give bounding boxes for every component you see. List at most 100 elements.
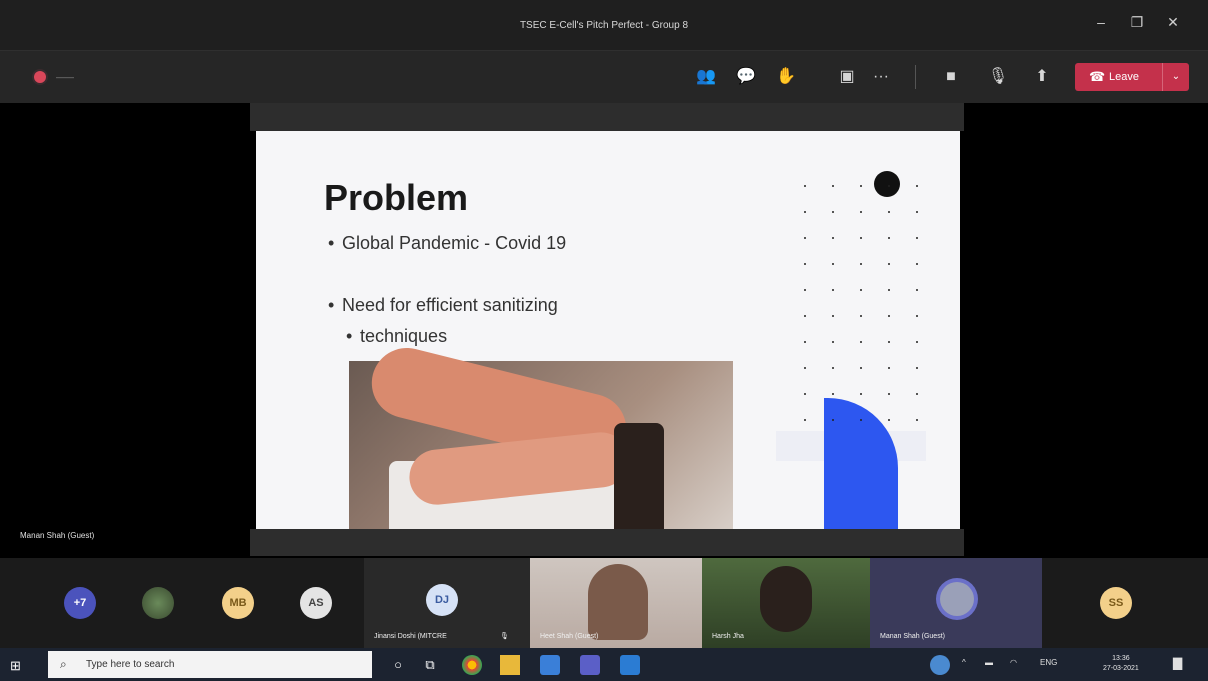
- decor-dot: [860, 263, 862, 265]
- decor-dot: [860, 419, 862, 421]
- overflow-participants-button[interactable]: +7: [64, 587, 96, 619]
- avatar-ss: SS: [1100, 587, 1132, 619]
- cortana-icon[interactable]: ○: [388, 655, 408, 675]
- decor-dot: [888, 393, 890, 395]
- chat-icon[interactable]: 💬: [733, 64, 759, 90]
- participant-video-tile[interactable]: Heet Shah (Guest): [530, 558, 702, 648]
- participant-name: Heet Shah (Guest): [540, 633, 599, 640]
- decor-dot: [916, 263, 918, 265]
- mic-off-icon[interactable]: 🎙: [985, 64, 1011, 90]
- decor-dot: [888, 237, 890, 239]
- teams-icon[interactable]: [580, 655, 600, 675]
- decor-dot: [804, 367, 806, 369]
- decor-dot: [860, 341, 862, 343]
- screen-share-frame-top: [250, 103, 964, 131]
- window-title: TSEC E-Cell's Pitch Perfect - Group 8: [519, 20, 689, 31]
- decor-dot: [888, 263, 890, 265]
- tray-chevron-icon[interactable]: ^: [962, 658, 966, 667]
- decor-dot: [888, 341, 890, 343]
- app-icon[interactable]: [540, 655, 560, 675]
- windows-start-icon[interactable]: ⊞: [10, 658, 24, 673]
- notification-icon[interactable]: ▇: [1173, 656, 1182, 670]
- decor-dot: [832, 211, 834, 213]
- wifi-icon[interactable]: ◠: [1010, 658, 1017, 667]
- handwash-photo: [349, 340, 733, 529]
- participant-name: Jinansi Doshi (MITCRE: [374, 633, 447, 640]
- decor-dot: [832, 263, 834, 265]
- participant-face: [760, 566, 812, 632]
- decor-dot: [888, 315, 890, 317]
- decor-dot: [860, 237, 862, 239]
- clock-time: 13:36: [1112, 655, 1130, 662]
- maximize-icon[interactable]: ❐: [1124, 14, 1150, 31]
- decor-dot: [916, 393, 918, 395]
- decor-dot: [860, 393, 862, 395]
- presenter-name: Manan Shah (Guest): [20, 531, 95, 540]
- word-icon[interactable]: [620, 655, 640, 675]
- decor-dot: [916, 185, 918, 187]
- shared-slide: Problem Global Pandemic - Covid 19 Need …: [256, 131, 960, 529]
- decor-dot: [888, 185, 890, 187]
- decor-dot: [916, 367, 918, 369]
- minimize-icon[interactable]: –: [1088, 14, 1114, 30]
- share-tray-icon[interactable]: ⬆: [1029, 64, 1055, 90]
- people-icon[interactable]: 👥: [693, 64, 719, 90]
- slide-bullet: Global Pandemic - Covid 19: [328, 229, 566, 257]
- decor-dot: [804, 237, 806, 239]
- language-indicator[interactable]: ENG: [1040, 658, 1057, 667]
- decor-dot: [860, 185, 862, 187]
- decor-dot: [916, 419, 918, 421]
- participant-tile[interactable]: Manan Shah (Guest): [870, 558, 1042, 648]
- decor-dot: [888, 367, 890, 369]
- raise-hand-icon[interactable]: ✋: [773, 64, 799, 90]
- decor-dot: [860, 211, 862, 213]
- window-titlebar: TSEC E-Cell's Pitch Perfect - Group 8 – …: [0, 0, 1208, 50]
- decor-dot: [804, 289, 806, 291]
- leave-button[interactable]: ☎ Leave ⌄: [1075, 63, 1189, 91]
- decor-dot: [916, 341, 918, 343]
- search-icon: ⌕: [60, 657, 67, 671]
- taskbar-clock[interactable]: 13:36 27-03-2021: [1103, 654, 1139, 674]
- recording-icon: [34, 71, 46, 83]
- decor-dot: [832, 419, 834, 421]
- decor-dot: [832, 315, 834, 317]
- decor-dot: [804, 315, 806, 317]
- camera-icon[interactable]: ■: [938, 64, 964, 90]
- mic-icon: 🎙: [500, 633, 509, 640]
- decor-dot: [832, 367, 834, 369]
- decor-dot: [916, 289, 918, 291]
- decor-dot: [832, 341, 834, 343]
- breakout-rooms-icon[interactable]: ▣: [834, 64, 860, 90]
- decor-dot: [888, 419, 890, 421]
- decor-dot: [916, 315, 918, 317]
- close-icon[interactable]: ✕: [1160, 14, 1186, 31]
- decor-dot: [860, 289, 862, 291]
- meeting-timer: ——: [56, 72, 74, 82]
- dot-grid-decor: [804, 185, 924, 435]
- taskbar-search-box[interactable]: ⌕ Type here to search: [48, 651, 372, 678]
- tray-app-icon[interactable]: [930, 655, 950, 675]
- file-explorer-icon[interactable]: [500, 655, 520, 675]
- task-view-icon[interactable]: ⧉: [420, 655, 440, 675]
- leave-label: Leave: [1109, 71, 1139, 83]
- decor-dot: [832, 185, 834, 187]
- decor-dot: [804, 393, 806, 395]
- slide-bullet: Need for efficient sanitizing: [328, 291, 558, 319]
- participant-name: Manan Shah (Guest): [880, 633, 945, 640]
- chrome-icon[interactable]: [462, 655, 482, 675]
- clock-date: 27-03-2021: [1103, 665, 1139, 672]
- decor-dot: [832, 289, 834, 291]
- chevron-down-icon[interactable]: ⌄: [1162, 63, 1189, 91]
- avatar-as: AS: [300, 587, 332, 619]
- slide-title: Problem: [324, 177, 469, 218]
- participant-video-tile[interactable]: Harsh Jha: [702, 558, 870, 648]
- decor-dot: [804, 211, 806, 213]
- decor-dot: [860, 315, 862, 317]
- decor-dot: [804, 185, 806, 187]
- battery-icon: ▬: [985, 658, 993, 667]
- meeting-toolbar: —— 👥 💬 ✋ ▣ ··· ■ 🎙 ⬆ ☎ Leave ⌄: [0, 50, 1208, 103]
- soap-bottle-shape: [614, 423, 664, 529]
- screen-share-frame-bottom: [250, 529, 964, 556]
- more-icon[interactable]: ···: [868, 64, 894, 90]
- participant-tile[interactable]: DJ Jinansi Doshi (MITCRE 🎙: [364, 558, 530, 648]
